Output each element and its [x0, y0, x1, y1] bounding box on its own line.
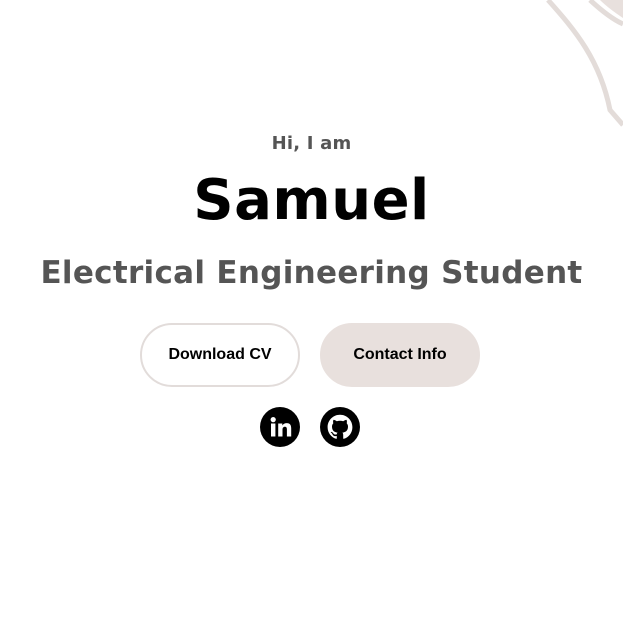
- greeting-text: Hi, I am: [271, 133, 352, 154]
- github-link[interactable]: [320, 407, 360, 447]
- linkedin-icon: [260, 407, 300, 447]
- name-heading: Samuel: [193, 168, 430, 233]
- contact-info-button[interactable]: Contact Info: [320, 323, 480, 387]
- linkedin-link[interactable]: [260, 407, 300, 447]
- github-icon: [320, 407, 360, 447]
- download-cv-button[interactable]: Download CV: [140, 323, 300, 387]
- background-decoration: [546, 0, 623, 127]
- role-subtitle: Electrical Engineering Student: [40, 255, 583, 291]
